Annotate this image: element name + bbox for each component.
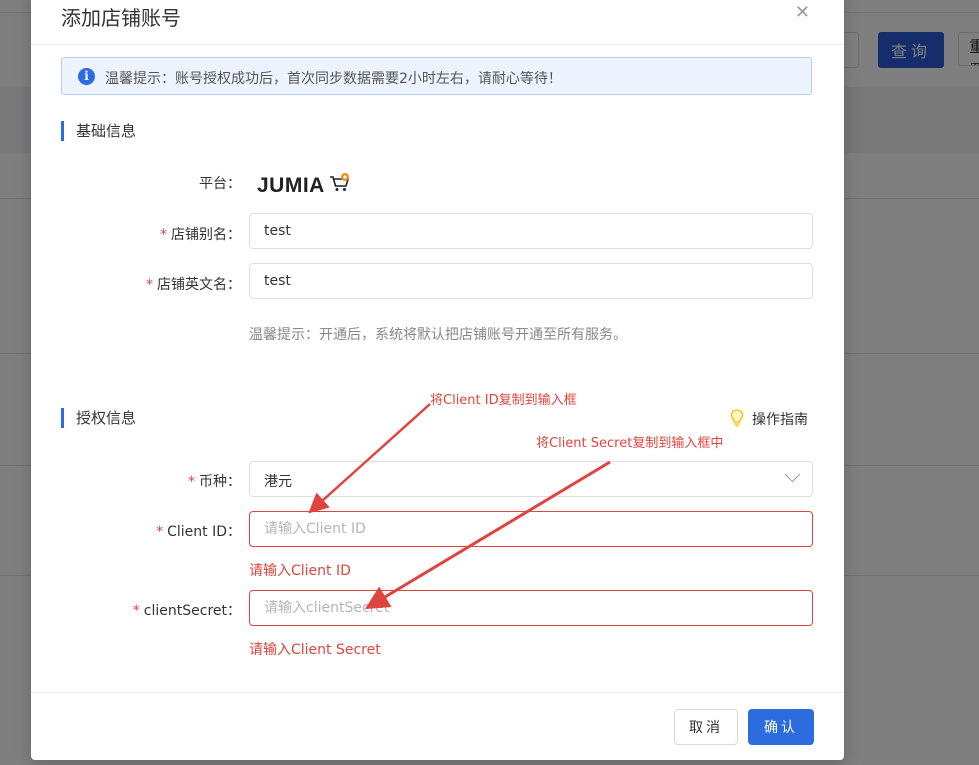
- lightbulb-icon: [730, 409, 744, 427]
- client-secret-label: * clientSecret：: [132, 603, 241, 619]
- info-icon: i: [78, 68, 95, 85]
- jumia-logo-text: JUMIA: [257, 174, 325, 197]
- dialog-title: 添加店铺账号: [61, 6, 181, 30]
- client-secret-input[interactable]: [249, 590, 813, 626]
- currency-selected-value: 港元: [264, 474, 292, 490]
- chevron-down-icon: [784, 466, 801, 483]
- title-divider: [31, 44, 844, 45]
- confirm-button[interactable]: 确认: [748, 709, 814, 745]
- operation-guide-link[interactable]: 操作指南: [728, 409, 808, 429]
- store-english-name-label: * 店铺英文名：: [146, 277, 241, 293]
- add-store-account-dialog: 添加店铺账号 ✕ i 温馨提示：账号授权成功后，首次同步数据需要2小时左右，请耐…: [31, 0, 844, 760]
- store-alias-label: * 店铺别名：: [160, 227, 241, 243]
- client-id-label: * Client ID：: [156, 524, 241, 540]
- cart-icon: [330, 173, 350, 191]
- cancel-button[interactable]: 取消: [674, 709, 738, 745]
- currency-select[interactable]: 港元: [249, 461, 813, 497]
- info-alert: i 温馨提示：账号授权成功后，首次同步数据需要2小时左右，请耐心等待！: [61, 57, 812, 95]
- operation-guide-label: 操作指南: [752, 412, 808, 428]
- jumia-logo: JUMIA: [257, 172, 351, 197]
- platform-label: 平台：: [199, 176, 241, 192]
- currency-label: * 币种：: [188, 474, 241, 490]
- basic-info-hint: 温馨提示：开通后，系统将默认把店铺账号开通至所有服务。: [249, 327, 627, 343]
- client-secret-annotation: 将Client Secret复制到输入框中: [536, 436, 724, 451]
- client-id-annotation: 将Client ID复制到输入框: [430, 393, 577, 408]
- store-alias-input[interactable]: [249, 213, 813, 249]
- client-secret-error: 请输入Client Secret: [249, 642, 381, 658]
- basic-info-section-title: 基础信息: [61, 121, 136, 141]
- store-english-name-input[interactable]: [249, 263, 813, 299]
- close-icon[interactable]: ✕: [795, 2, 810, 23]
- client-id-error: 请输入Client ID: [249, 563, 351, 579]
- client-id-input[interactable]: [249, 511, 813, 547]
- footer-divider: [31, 692, 844, 693]
- alert-text: 温馨提示：账号授权成功后，首次同步数据需要2小时左右，请耐心等待！: [105, 71, 562, 87]
- auth-info-section-title: 授权信息: [61, 408, 136, 428]
